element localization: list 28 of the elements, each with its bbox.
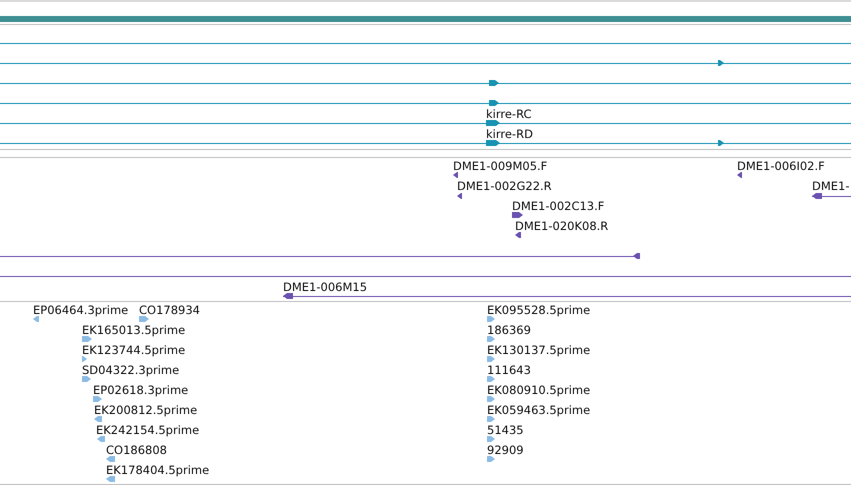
est-label: EK059463.5prime	[487, 403, 590, 417]
est-label: EK080910.5prime	[487, 383, 590, 397]
clone-label: DME1-002C13.F	[512, 199, 604, 213]
est-label: EK095528.5prime	[487, 303, 590, 317]
est-label: EK123744.5prime	[82, 343, 186, 357]
clone-line	[812, 196, 851, 197]
est-label: 51435	[487, 423, 524, 437]
clone-label: DME1-	[812, 179, 850, 193]
est-label: EP02618.3prime	[93, 383, 188, 397]
est-label: CO178934	[139, 303, 200, 317]
est-label: EK242154.5prime	[96, 423, 200, 437]
est-label: EK165013.5prime	[82, 323, 186, 337]
est-label: EK130137.5prime	[487, 343, 590, 357]
clone-label: DME1-020K08.R	[515, 219, 608, 233]
est-label: EP06464.3prime	[33, 303, 128, 317]
est-label: SD04322.3prime	[82, 363, 180, 377]
clone-label: DME1-009M05.F	[453, 159, 548, 173]
est-label: 92909	[487, 443, 524, 457]
est-label: EK178404.5prime	[106, 463, 210, 477]
est-label: 111643	[487, 363, 531, 377]
clone-label: DME1-006M15	[283, 280, 368, 294]
clone-label: DME1-006I02.F	[737, 159, 825, 173]
transcript-label: kirre-RC	[486, 107, 532, 121]
transcript-label: kirre-RD	[486, 127, 533, 141]
est-label: CO186808	[106, 443, 167, 457]
est-label: EK200812.5prime	[94, 403, 198, 417]
est-label: 186369	[487, 323, 531, 337]
clone-label: DME1-002G22.R	[457, 179, 552, 193]
